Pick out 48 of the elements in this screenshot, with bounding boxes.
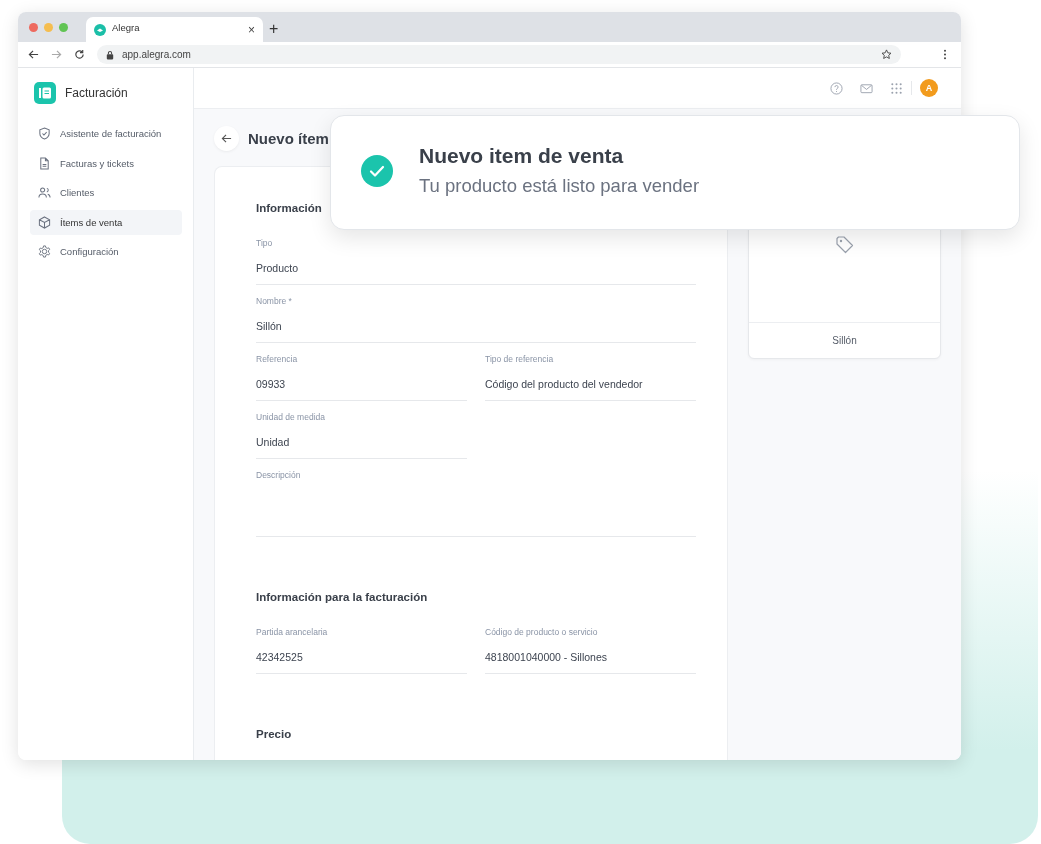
minimize-window-icon[interactable] bbox=[44, 22, 53, 32]
back-arrow-icon bbox=[221, 132, 232, 144]
bookmark-star-icon[interactable] bbox=[881, 49, 892, 60]
close-tab-button[interactable]: × bbox=[248, 22, 255, 37]
sidebar-item[interactable]: Asistente de facturación bbox=[30, 121, 182, 146]
section-title: Información para la facturación bbox=[256, 591, 429, 603]
mail-icon[interactable] bbox=[860, 81, 873, 95]
help-icon[interactable] bbox=[830, 81, 843, 95]
sidebar-item[interactable]: Clientes bbox=[30, 180, 182, 205]
tab-title: Alegra bbox=[112, 22, 141, 33]
forward-icon[interactable] bbox=[51, 49, 62, 60]
app-name: Facturación bbox=[65, 86, 128, 100]
browser-tab[interactable]: Alegra × bbox=[86, 17, 263, 42]
cube-icon bbox=[38, 215, 51, 229]
address-field[interactable]: app.alegra.com bbox=[97, 45, 901, 64]
maximize-window-icon[interactable] bbox=[59, 22, 68, 32]
new-tab-button[interactable]: + bbox=[269, 20, 279, 38]
users-icon bbox=[38, 186, 51, 199]
lock-icon bbox=[106, 49, 114, 60]
product-name: Sillón bbox=[831, 334, 858, 348]
page-title: Nuevo ítem bbox=[248, 129, 329, 147]
check-icon bbox=[361, 154, 393, 187]
settings-icon bbox=[38, 245, 51, 258]
toast-message: Tu producto está listo para vender bbox=[419, 175, 700, 197]
reload-icon[interactable] bbox=[74, 49, 85, 60]
form-field[interactable]: Referencia 09933 bbox=[256, 353, 467, 401]
close-window-icon[interactable] bbox=[29, 22, 38, 32]
back-icon[interactable] bbox=[28, 49, 39, 60]
sidebar-item[interactable]: Configuración bbox=[30, 239, 182, 264]
toast-title: Nuevo item de venta bbox=[419, 144, 625, 168]
document-icon bbox=[38, 156, 51, 170]
back-button[interactable] bbox=[214, 125, 239, 151]
section-title: Precio bbox=[256, 728, 293, 740]
form-field[interactable]: Partida arancelaria 42342525 bbox=[256, 626, 467, 674]
menu-icon[interactable] bbox=[943, 49, 947, 60]
form-field[interactable]: Tipo de referencia Código del producto del vendedor bbox=[485, 353, 696, 401]
logo-icon bbox=[34, 82, 56, 104]
logo-icon bbox=[94, 23, 106, 36]
form-field[interactable]: Unidad de medida Unidad bbox=[256, 411, 467, 459]
form-field[interactable]: Tipo Producto bbox=[256, 237, 696, 285]
form-field[interactable]: Código de producto o servicio 4818001040000 - Sillones bbox=[485, 626, 696, 674]
tag-icon bbox=[834, 235, 855, 255]
shield-icon bbox=[38, 127, 51, 140]
sidebar-item[interactable]: Facturas y tickets bbox=[30, 150, 182, 176]
section-title: Información bbox=[256, 202, 323, 214]
sidebar-item[interactable]: Ítems de venta bbox=[30, 209, 182, 235]
form-field[interactable]: Nombre * Sillón bbox=[256, 295, 696, 343]
apps-grid-icon[interactable] bbox=[890, 81, 903, 95]
